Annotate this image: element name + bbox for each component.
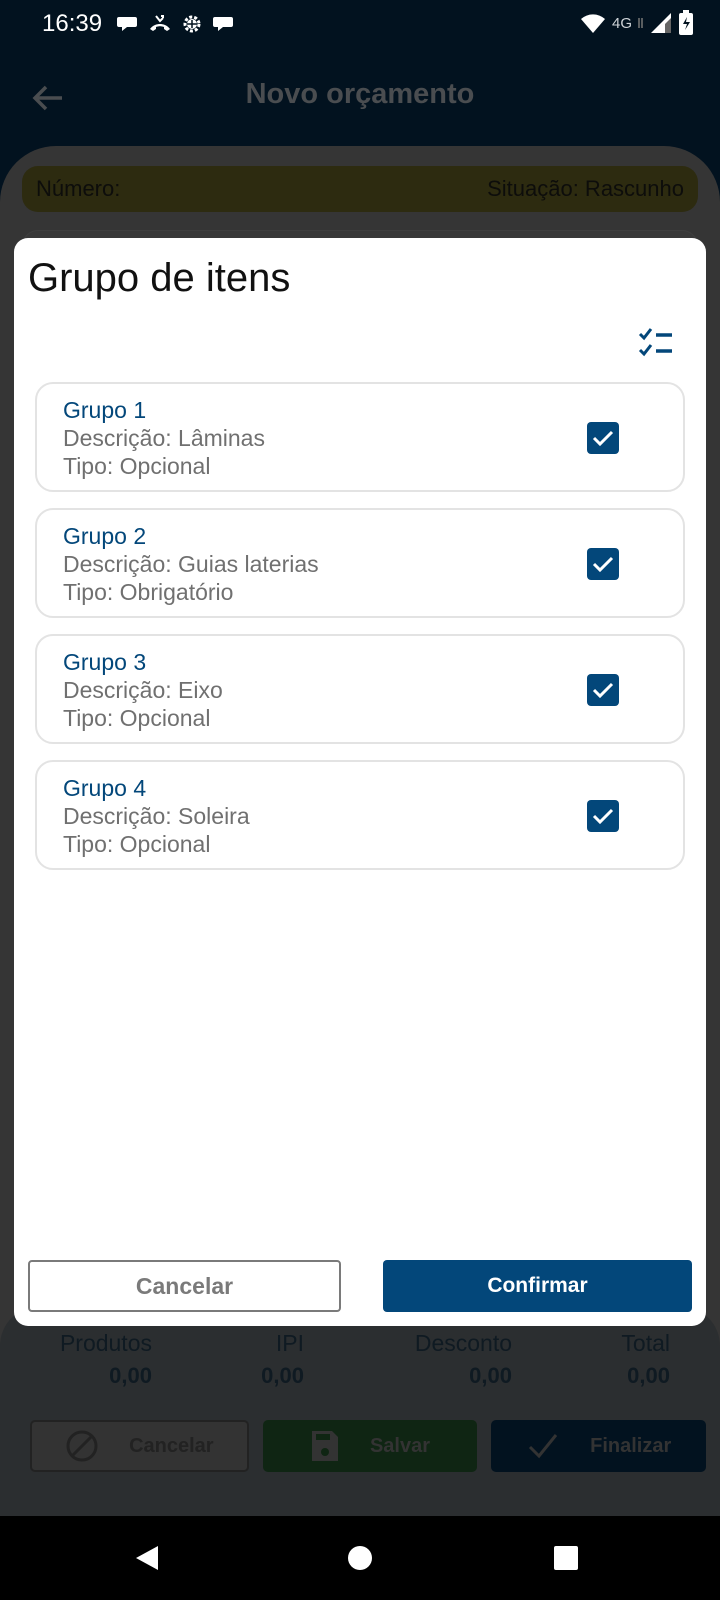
budget-actions: Cancelar Salvar Finalizar (30, 1420, 707, 1472)
group-card[interactable]: Grupo 2 Descrição: Guias laterias Tipo: … (35, 508, 685, 618)
cancel-budget-label: Cancelar (129, 1434, 214, 1457)
app-header: Novo orçamento (0, 48, 720, 148)
save-budget-label: Salvar (369, 1434, 431, 1457)
group-name: Grupo 3 (63, 649, 147, 675)
total-value: 0,00 (627, 1363, 670, 1388)
system-nav-bar (0, 1516, 720, 1600)
floppy-disk-icon (311, 1431, 338, 1461)
nav-recents-icon[interactable] (550, 1542, 582, 1574)
battery-charging-icon (679, 10, 693, 35)
dialog-actions: Cancelar Confirmar (28, 1260, 692, 1312)
check-icon (592, 556, 614, 573)
confirm-button[interactable]: Confirmar (383, 1260, 692, 1312)
cancel-button[interactable]: Cancelar (28, 1260, 341, 1312)
group-name: Grupo 2 (63, 523, 147, 549)
total-value: 0,00 (109, 1363, 152, 1388)
missed-call-icon (148, 12, 172, 36)
wifi-icon (580, 14, 605, 33)
group-checkbox[interactable] (587, 422, 619, 454)
block-icon (66, 1430, 98, 1462)
group-name: Grupo 4 (63, 775, 147, 801)
total-produtos: Produtos 0,00 (50, 1330, 152, 1389)
finish-budget-label: Finalizar (590, 1434, 672, 1457)
select-all-button[interactable] (636, 326, 680, 360)
chat-bubble-icon (212, 12, 236, 36)
total-label: Total (621, 1330, 670, 1356)
signal-icon (651, 13, 671, 33)
check-icon (592, 430, 614, 447)
group-checkbox[interactable] (587, 800, 619, 832)
group-type: Tipo: Obrigatório (63, 579, 234, 605)
total-desconto: Desconto 0,00 (396, 1330, 512, 1389)
group-list: Grupo 1 Descrição: Lâminas Tipo: Opciona… (35, 382, 685, 886)
group-type: Tipo: Opcional (63, 705, 211, 731)
group-type: Tipo: Opcional (63, 831, 211, 857)
check-icon (592, 808, 614, 825)
group-name: Grupo 1 (63, 397, 147, 423)
system-status-icons: 4G (580, 10, 694, 36)
cancel-budget-button[interactable]: Cancelar (30, 1420, 249, 1472)
status-bar: 16:39 4G (0, 0, 720, 48)
checklist-icon (638, 328, 672, 357)
budget-status-text: Situação: Rascunho (487, 176, 684, 201)
nav-home-icon[interactable] (344, 1542, 376, 1574)
total-total: Total 0,00 (590, 1330, 670, 1389)
group-type: Tipo: Opcional (63, 453, 211, 479)
total-label: Produtos (59, 1330, 152, 1356)
network-type-label: 4G (611, 14, 632, 32)
budget-number-label: Número: (36, 176, 121, 201)
dialog-title: Grupo de itens (28, 256, 291, 300)
group-checkbox[interactable] (587, 548, 619, 580)
finish-budget-button[interactable]: Finalizar (491, 1420, 707, 1472)
total-value: 0,00 (261, 1363, 304, 1388)
notification-icons (116, 12, 236, 36)
item-group-dialog: Grupo de itens Grupo 1 Descrição: Lâmina… (14, 238, 706, 1326)
data-activity-icon (638, 18, 643, 28)
total-label: Desconto (414, 1330, 512, 1356)
nav-back-icon[interactable] (132, 1542, 164, 1574)
group-card[interactable]: Grupo 4 Descrição: Soleira Tipo: Opciona… (35, 760, 685, 870)
status-time: 16:39 (42, 10, 103, 37)
group-checkbox[interactable] (587, 674, 619, 706)
group-card[interactable]: Grupo 3 Descrição: Eixo Tipo: Opcional (35, 634, 685, 744)
page-title: Novo orçamento (245, 78, 475, 110)
budget-info-bar: Número: Situação: Rascunho (22, 166, 698, 212)
chat-bubble-icon (116, 12, 140, 36)
android-settings-icon (180, 12, 204, 36)
total-label: IPI (275, 1330, 304, 1356)
group-card[interactable]: Grupo 1 Descrição: Lâminas Tipo: Opciona… (35, 382, 685, 492)
totals-summary: Produtos 0,00 IPI 0,00 Desconto 0,00 Tot… (0, 1330, 720, 1400)
check-icon (529, 1434, 558, 1459)
save-budget-button[interactable]: Salvar (262, 1420, 478, 1472)
total-value: 0,00 (469, 1363, 512, 1388)
total-ipi: IPI 0,00 (240, 1330, 304, 1389)
totals-panel: Produtos 0,00 IPI 0,00 Desconto 0,00 Tot… (0, 1306, 720, 1516)
check-icon (592, 682, 614, 699)
